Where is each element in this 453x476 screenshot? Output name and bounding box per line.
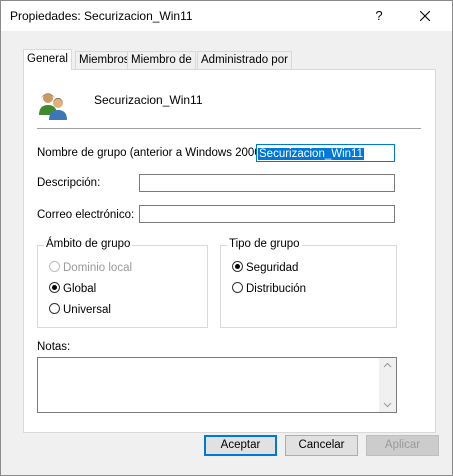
cancel-button[interactable]: Cancelar	[285, 435, 358, 456]
tab-administrado-por[interactable]: Administrado por	[197, 51, 292, 69]
scope-domain-local-label: Dominio local	[63, 262, 133, 274]
email-field[interactable]	[139, 205, 395, 223]
description-label: Descripción:	[37, 177, 101, 189]
group-users-icon	[39, 93, 67, 120]
title-bar: Propiedades: Securizacion_Win11 ?	[1, 1, 452, 31]
group-scope-title: Ámbito de grupo	[44, 238, 133, 250]
notes-scrollbar[interactable]	[379, 358, 396, 412]
window-title: Propiedades: Securizacion_Win11	[10, 9, 193, 23]
close-icon	[420, 11, 430, 21]
pre2000-name-label: Nombre de grupo (anterior a Windows 2000…	[37, 147, 268, 159]
scope-universal-option[interactable]: Universal	[49, 303, 111, 317]
radio-button[interactable]	[49, 282, 60, 294]
radio-button[interactable]	[232, 261, 243, 273]
apply-button[interactable]: Aplicar	[366, 435, 439, 456]
scroll-down-icon[interactable]	[383, 400, 392, 409]
scope-global-label: Global	[63, 283, 97, 295]
radio-button[interactable]	[49, 261, 60, 273]
email-label: Correo electrónico:	[37, 209, 135, 221]
scope-domain-local-option[interactable]: Dominio local	[49, 261, 132, 275]
type-security-label: Seguridad	[246, 262, 299, 274]
type-security-option[interactable]: Seguridad	[232, 261, 298, 275]
separator	[37, 128, 421, 129]
general-panel: Securizacion_Win11 Nombre de grupo (ante…	[23, 69, 436, 433]
group-name: Securizacion_Win11	[94, 93, 203, 107]
scope-universal-label: Universal	[63, 304, 111, 316]
pre2000-name-value: Securizacion_Win11	[258, 148, 364, 160]
pre2000-name-field[interactable]: Securizacion_Win11	[256, 144, 395, 162]
type-distribution-label: Distribución	[246, 283, 307, 295]
radio-button[interactable]	[232, 282, 243, 294]
group-type-box: Tipo de grupo Seguridad Distribución	[220, 238, 397, 328]
radio-button[interactable]	[49, 303, 60, 315]
properties-dialog: Propiedades: Securizacion_Win11 ? Genera…	[0, 0, 453, 476]
type-distribution-option[interactable]: Distribución	[232, 282, 306, 296]
description-field[interactable]	[139, 174, 395, 192]
group-type-title: Tipo de grupo	[227, 238, 302, 250]
group-scope-box: Ámbito de grupo Dominio local Global Uni…	[37, 238, 208, 328]
notes-label: Notas:	[37, 341, 71, 353]
tab-miembros[interactable]: Miembros	[75, 51, 134, 69]
ok-button[interactable]: Aceptar	[204, 435, 277, 456]
notes-textarea[interactable]	[37, 357, 397, 413]
tab-general[interactable]: General	[23, 49, 72, 70]
scroll-up-icon[interactable]	[383, 361, 392, 370]
close-button[interactable]	[407, 1, 443, 31]
scope-global-option[interactable]: Global	[49, 282, 96, 296]
help-button[interactable]: ?	[361, 1, 397, 31]
tab-miembro-de[interactable]: Miembro de	[127, 51, 196, 69]
